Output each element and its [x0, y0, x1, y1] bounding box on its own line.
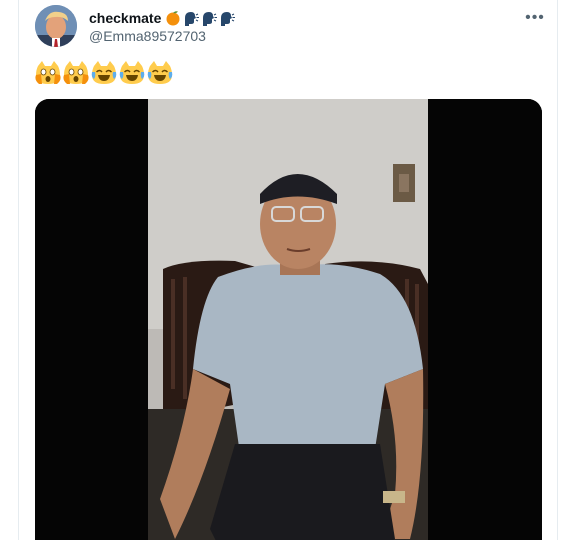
- tweet-text: [35, 60, 173, 86]
- speaking-head-emoji: [221, 12, 236, 26]
- display-name[interactable]: checkmate: [89, 10, 161, 26]
- scream-cat-emoji: [63, 61, 89, 84]
- name-emoji-group: [165, 10, 236, 26]
- joy-cat-emoji: [119, 61, 145, 84]
- video-frame: [35, 99, 542, 540]
- speaking-head-emoji: [185, 12, 200, 26]
- timeline-border-right: [557, 0, 558, 540]
- tweet-page: checkmate @Emma89572703 •••: [0, 0, 576, 540]
- orange-emoji: [166, 11, 180, 26]
- author-handle[interactable]: @Emma89572703: [89, 28, 206, 44]
- avatar-image: [35, 5, 77, 47]
- more-options-icon[interactable]: •••: [525, 8, 545, 28]
- joy-cat-emoji: [147, 61, 173, 84]
- scream-cat-emoji: [35, 61, 61, 84]
- joy-cat-emoji: [91, 61, 117, 84]
- speaking-head-emoji: [203, 12, 218, 26]
- video-player[interactable]: [35, 99, 542, 540]
- author-name-row[interactable]: checkmate: [89, 9, 236, 27]
- avatar[interactable]: [35, 5, 77, 47]
- timeline-border-left: [18, 0, 19, 540]
